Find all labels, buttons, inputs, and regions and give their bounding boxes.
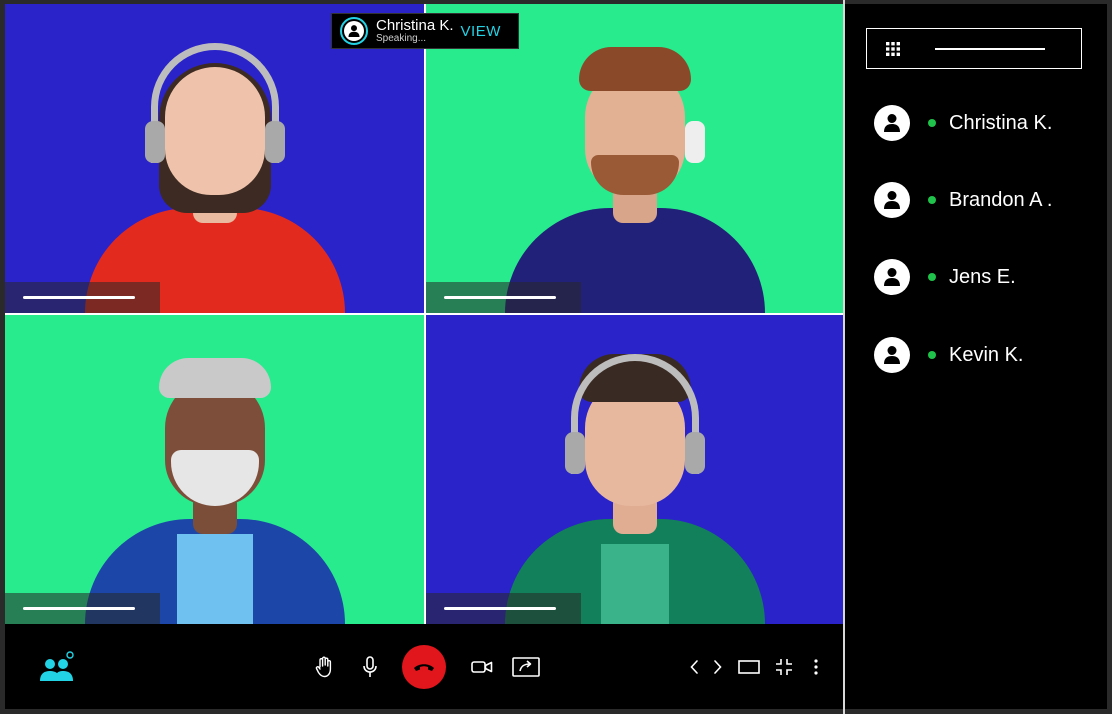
participant-name: Jens E. xyxy=(949,265,1016,288)
chevrons-icon xyxy=(690,659,722,674)
camera-button[interactable] xyxy=(469,624,495,709)
participant-item[interactable]: Brandon A . xyxy=(874,181,1052,219)
minimize-button[interactable] xyxy=(773,624,795,709)
avatar xyxy=(874,182,910,218)
raise-hand-button[interactable] xyxy=(313,624,337,709)
speaker-status: Speaking... xyxy=(376,33,427,44)
name-strip xyxy=(426,282,581,313)
name-strip xyxy=(5,282,160,313)
people-icon xyxy=(40,650,74,681)
name-strip xyxy=(426,593,581,624)
active-speaker-popup: Christina K. Speaking... VIEW xyxy=(331,13,519,49)
avatar xyxy=(874,105,910,141)
user-icon xyxy=(884,114,900,132)
participant-video xyxy=(84,334,345,624)
phone-hangup-icon xyxy=(414,663,434,671)
video-tile-2[interactable] xyxy=(426,4,843,313)
name-strip xyxy=(5,593,160,624)
participants-button[interactable] xyxy=(35,624,79,709)
video-grid: Christina K. Speaking... VIEW xyxy=(5,4,843,624)
avatar xyxy=(874,337,910,373)
fullscreen-button[interactable] xyxy=(737,624,761,709)
microphone-icon xyxy=(363,655,377,677)
view-button[interactable]: VIEW xyxy=(461,23,501,40)
user-icon xyxy=(348,25,360,37)
more-options-button[interactable] xyxy=(808,624,824,709)
grid-icon xyxy=(886,42,900,56)
user-icon xyxy=(884,268,900,286)
speaker-name: Christina K. xyxy=(376,17,454,34)
participant-name: Christina K. xyxy=(949,111,1053,134)
participant-video xyxy=(504,23,765,313)
online-status-dot xyxy=(928,351,936,359)
video-tile-3[interactable] xyxy=(5,315,424,624)
layout-switch-button[interactable] xyxy=(688,624,724,709)
microphone-button[interactable] xyxy=(358,624,382,709)
call-controls-bar xyxy=(5,624,843,709)
share-screen-icon xyxy=(512,656,540,677)
user-icon xyxy=(884,346,900,364)
participant-video xyxy=(504,334,765,624)
participant-item[interactable]: Kevin K. xyxy=(874,336,1023,374)
online-status-dot xyxy=(928,196,936,204)
avatar xyxy=(874,259,910,295)
video-tile-4[interactable] xyxy=(426,315,843,624)
online-status-dot xyxy=(928,119,936,127)
participant-video xyxy=(84,23,345,313)
participant-item[interactable]: Christina K. xyxy=(874,104,1052,142)
hang-up-button[interactable] xyxy=(402,624,446,709)
participants-sidebar: Christina K. Brandon A . Jens E. Kevin K… xyxy=(845,4,1107,709)
collapse-icon xyxy=(776,658,792,675)
more-vertical-icon xyxy=(814,658,818,675)
video-tile-1[interactable] xyxy=(5,4,424,313)
speaker-avatar xyxy=(340,17,368,45)
participant-name: Brandon A . xyxy=(949,188,1053,211)
rectangle-icon xyxy=(738,659,760,674)
share-screen-button[interactable] xyxy=(511,624,541,709)
hand-icon xyxy=(315,656,332,677)
user-icon xyxy=(884,191,900,209)
participant-name: Kevin K. xyxy=(949,343,1024,366)
search-placeholder-line xyxy=(935,48,1045,50)
sidebar-search-box[interactable] xyxy=(866,28,1082,69)
online-status-dot xyxy=(928,273,936,281)
video-camera-icon xyxy=(471,660,493,673)
participant-item[interactable]: Jens E. xyxy=(874,258,1016,296)
